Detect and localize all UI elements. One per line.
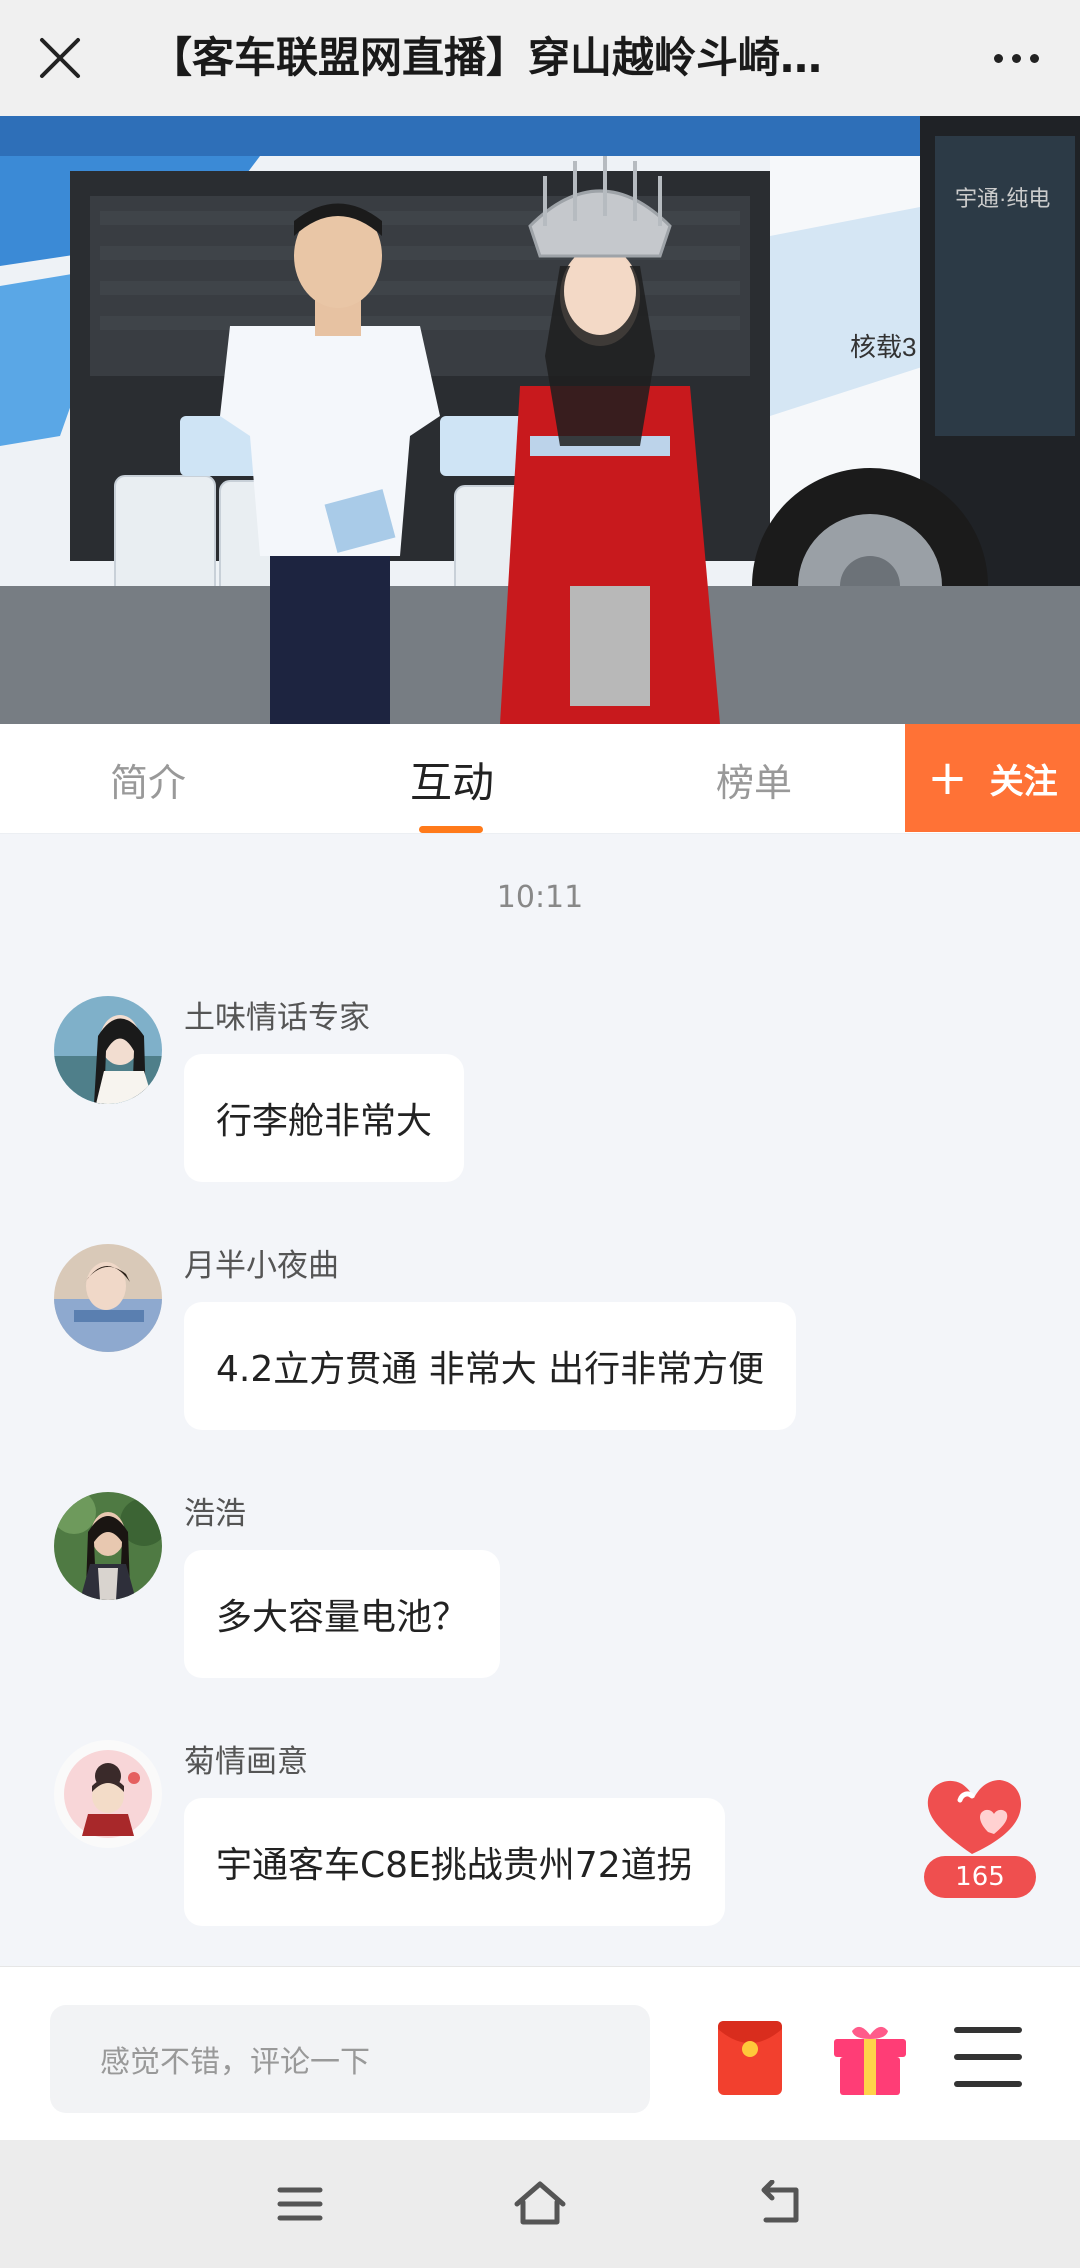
recent-apps-button[interactable] [260,2172,340,2236]
more-dot [993,53,1003,63]
like-count: 165 [924,1856,1036,1898]
plus-icon: + [927,750,968,806]
back-icon [761,2180,799,2223]
bus-brand-text: 宇通·纯电 [955,186,1050,211]
red-packet-icon [718,2021,782,2095]
home-button[interactable] [500,2172,580,2236]
avatar[interactable] [54,1492,162,1600]
active-tab-indicator [419,826,483,833]
comment-input[interactable]: 感觉不错，评论一下 [50,2005,650,2113]
heart-icon [927,1780,1022,1854]
more-dot [1029,53,1039,63]
chat-bubble: 多大容量电池？ [184,1550,501,1678]
red-packet-button[interactable] [716,2019,784,2097]
like-widget[interactable]: 165 [920,1770,1040,1900]
home-icon [514,2181,566,2225]
chat-bubble: 行李舱非常大 [184,1054,465,1182]
follow-button-label: 关注 [989,761,1058,802]
avatar[interactable] [54,996,162,1104]
follow-button[interactable]: + 关注 [905,724,1080,832]
chat-bubble: 宇通客车C8E挑战贵州72道拐 [184,1798,725,1926]
gift-button[interactable] [830,2017,910,2097]
more-dot [1011,53,1021,63]
bus-capacity-text: 核载3 [850,332,916,362]
chat-username: 菊情画意 [184,1744,308,1780]
menu-icon-line [954,2054,1022,2060]
menu-icon-line [954,2081,1022,2087]
close-button[interactable] [28,26,92,90]
avatar[interactable] [54,1740,162,1848]
comment-bar: 感觉不错，评论一下 [0,1966,1080,2140]
chat-username: 月半小夜曲 [184,1248,339,1284]
live-video-player[interactable]: 宇通·纯电 核载3 [0,116,1080,724]
video-frame: 宇通·纯电 核载3 [0,116,1080,724]
more-button[interactable] [980,26,1052,90]
tab-interaction[interactable]: 互动 [352,724,552,834]
chat-username: 土味情话专家 [184,1000,370,1036]
back-button[interactable] [740,2172,820,2236]
tab-intro[interactable]: 简介 [48,724,248,834]
avatar[interactable] [54,1244,162,1352]
menu-icon-line [954,2027,1022,2033]
page-title: 【客车联盟网直播】穿山越岭斗崎… [150,33,823,82]
chat-bubble: 4.2立方贯通 非常大 出行非常方便 [184,1302,797,1430]
chat-username: 浩浩 [184,1496,246,1532]
chat-timestamp: 10:11 [496,880,584,915]
close-icon [40,38,80,78]
title-bar: 【客车联盟网直播】穿山越岭斗崎… [0,0,1080,116]
gift-icon [834,2026,906,2095]
system-nav-bar [0,2140,1080,2268]
tab-ranking[interactable]: 榜单 [654,724,854,834]
recent-apps-icon [277,2187,323,2221]
menu-button[interactable] [954,2027,1022,2087]
